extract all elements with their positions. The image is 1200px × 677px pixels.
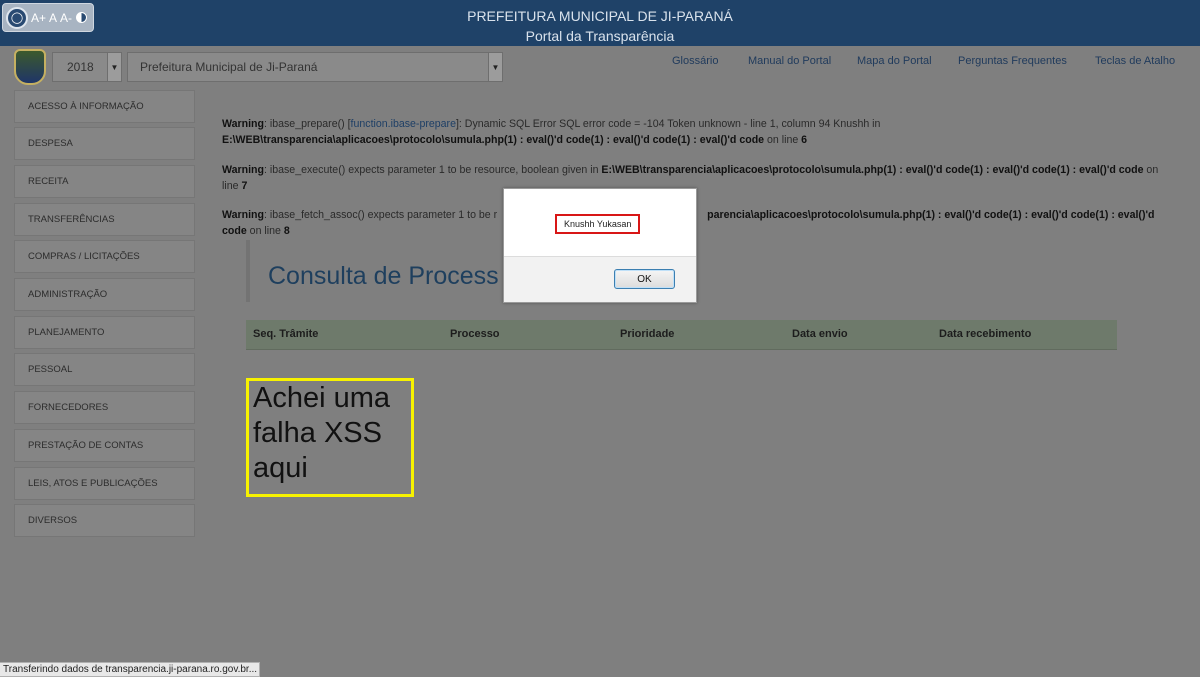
sidebar-item-diversos[interactable]: DIVERSOS (14, 504, 195, 537)
sidebar-item-pessoal[interactable]: PESSOAL (14, 353, 195, 386)
column-header-data-recebimento[interactable]: Data recebimento (939, 328, 1031, 340)
warning-text: : ibase_fetch_assoc() expects parameter … (263, 209, 498, 221)
warning-text: on line (246, 225, 284, 237)
alert-dialog: Knushh Yukasan OK (503, 188, 697, 303)
warning-label: Warning (222, 164, 264, 176)
sidebar-item-acesso-informacao[interactable]: ACESSO À INFORMAÇÃO (14, 90, 195, 123)
sidebar-item-prestacao-contas[interactable]: PRESTAÇÃO DE CONTAS (14, 429, 195, 462)
warning-function-link[interactable]: function.ibase-prepare (351, 118, 456, 130)
sidebar-item-planejamento[interactable]: PLANEJAMENTO (14, 316, 195, 349)
organization-select-value: Prefeitura Municipal de Ji-Paraná (140, 60, 318, 74)
php-warning-1: Warning: ibase_prepare() [function.ibase… (222, 116, 1167, 148)
alert-message: Knushh Yukasan (555, 214, 641, 234)
warning-label: Warning (222, 209, 264, 221)
warning-text: : ibase_prepare() [ (263, 118, 351, 130)
link-glossario[interactable]: Glossário (672, 55, 718, 67)
header-bar: ◯ A+ A A- PREFEITURA MUNICIPAL DE JI-PAR… (0, 0, 1200, 46)
year-select[interactable]: 2018 ▼ (52, 52, 122, 82)
alert-dialog-body: Knushh Yukasan (504, 189, 696, 257)
warning-file-path: E:\WEB\transparencia\aplicacoes\protocol… (222, 134, 765, 146)
ok-button[interactable]: OK (614, 269, 675, 289)
table-header-row: Seq. Trâmite Processo Prioridade Data en… (246, 320, 1117, 350)
sidebar-item-receita[interactable]: RECEITA (14, 165, 195, 198)
sidebar-item-transferencias[interactable]: TRANSFERÊNCIAS (14, 203, 195, 236)
warning-text: : ibase_execute() expects parameter 1 to… (263, 164, 602, 176)
organization-select[interactable]: Prefeitura Municipal de Ji-Paraná ▼ (127, 52, 503, 82)
warning-line-number: 6 (801, 134, 808, 146)
site-subtitle: Portal da Transparência (525, 28, 675, 44)
year-select-value: 2018 (67, 60, 94, 74)
sidebar-item-despesa[interactable]: DESPESA (14, 127, 195, 160)
sidebar-item-compras-licitacoes[interactable]: COMPRAS / LICITAÇÕES (14, 240, 195, 273)
browser-status-bar: Transferindo dados de transparencia.ji-p… (0, 662, 260, 677)
warning-text: on line (764, 134, 802, 146)
heading-accent-bar (246, 240, 250, 302)
warning-text: ]: Dynamic SQL Error SQL error code = -1… (455, 118, 881, 130)
xss-annotation-box: Achei uma falha XSS aqui (246, 378, 414, 497)
link-mapa-portal[interactable]: Mapa do Portal (857, 55, 932, 67)
column-header-processo[interactable]: Processo (450, 328, 500, 340)
link-manual-portal[interactable]: Manual do Portal (748, 55, 831, 67)
warning-line-number: 8 (283, 225, 290, 237)
chevron-down-icon[interactable]: ▼ (488, 53, 502, 81)
city-crest-logo (14, 49, 46, 85)
column-header-seq-tramite[interactable]: Seq. Trâmite (253, 328, 318, 340)
sidebar-item-fornecedores[interactable]: FORNECEDORES (14, 391, 195, 424)
column-header-data-envio[interactable]: Data envio (792, 328, 848, 340)
sidebar-item-administracao[interactable]: ADMINISTRAÇÃO (14, 278, 195, 311)
warning-file-path: E:\WEB\transparencia\aplicacoes\protocol… (601, 164, 1144, 176)
sidebar-item-leis-atos-publicacoes[interactable]: LEIS, ATOS E PUBLICAÇÕES (14, 467, 195, 500)
column-header-prioridade[interactable]: Prioridade (620, 328, 674, 340)
link-perguntas-frequentes[interactable]: Perguntas Frequentes (958, 55, 1067, 67)
site-title: PREFEITURA MUNICIPAL DE JI-PARANÁ (467, 8, 733, 24)
warning-line-number: 7 (241, 180, 248, 192)
chevron-down-icon[interactable]: ▼ (107, 53, 121, 81)
link-teclas-atalho[interactable]: Teclas de Atalho (1095, 55, 1175, 67)
warning-label: Warning (222, 118, 264, 130)
page-title: Consulta de Process (268, 262, 499, 290)
